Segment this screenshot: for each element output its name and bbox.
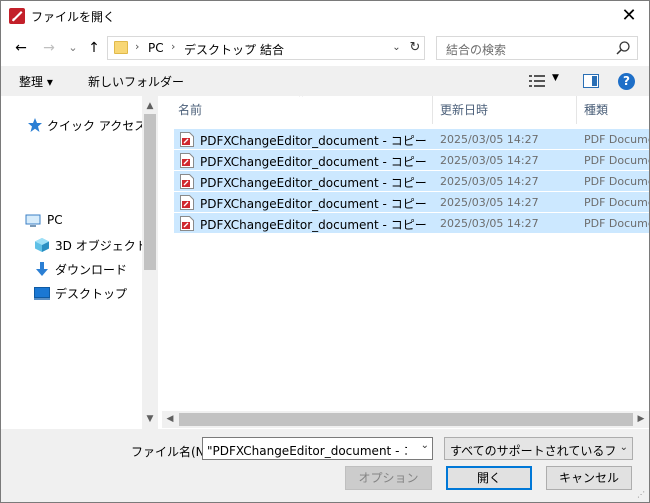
file-type: PDF Docume xyxy=(584,133,649,146)
pdf-file-icon xyxy=(180,132,194,147)
filename-value[interactable]: "PDFXChangeEditor_document - コピー ( xyxy=(207,442,407,459)
chevron-down-icon[interactable]: ⌄ xyxy=(421,440,429,451)
cube-icon xyxy=(35,238,49,252)
back-icon[interactable]: ← xyxy=(11,38,31,58)
download-icon xyxy=(36,262,48,276)
scroll-right-icon[interactable]: ▶ xyxy=(633,411,649,428)
scroll-left-icon[interactable]: ◀ xyxy=(162,411,178,428)
close-button[interactable]: ✕ xyxy=(615,3,643,29)
search-box[interactable]: 結合の検索 xyxy=(436,36,638,60)
preview-pane-icon[interactable] xyxy=(583,74,599,88)
title-bar: ファイルを開く ✕ xyxy=(1,1,649,32)
sidebar-item-label: ダウンロード xyxy=(55,263,128,277)
dialog-title: ファイルを開く xyxy=(31,10,116,24)
view-options-icon[interactable] xyxy=(529,75,545,87)
desktop-icon xyxy=(34,287,50,300)
breadcrumb-separator[interactable]: › xyxy=(171,40,175,53)
sidebar-item-quick-access[interactable]: クイック アクセス xyxy=(1,114,146,136)
app-icon xyxy=(9,8,25,24)
scrollbar-thumb[interactable] xyxy=(144,114,156,270)
sidebar-item-desktop[interactable]: デスクトップ xyxy=(1,282,141,304)
navigation-pane: クイック アクセス PC 3D オブジェクト ダウンロード デスクトップ ▲ ▼ xyxy=(1,96,158,429)
file-modified: 2025/03/05 14:27 xyxy=(440,217,539,230)
scroll-down-icon[interactable]: ▼ xyxy=(142,411,158,427)
address-bar[interactable]: › PC › デスクトップ › 結合 ⌄ ↻ xyxy=(107,36,425,60)
sidebar-item-label: クイック アクセス xyxy=(47,119,147,133)
file-modified: 2025/03/05 14:27 xyxy=(440,196,539,209)
navigation-bar: ← → ⌄ ↑ › PC › デスクトップ › 結合 ⌄ ↻ 結合の検索 xyxy=(1,32,649,66)
sidebar-item-3d-objects[interactable]: 3D オブジェクト xyxy=(1,234,148,256)
breadcrumb-separator[interactable]: › xyxy=(247,40,251,53)
refresh-icon[interactable]: ↻ xyxy=(406,38,424,58)
file-list-horizontal-scrollbar[interactable]: ◀ ▶ xyxy=(162,411,649,428)
folder-icon xyxy=(114,41,128,54)
file-name: PDFXChangeEditor_document - コピー (2).... xyxy=(200,134,426,148)
address-history-dropdown-icon[interactable]: ⌄ xyxy=(388,39,404,57)
column-header-type[interactable]: 種類 xyxy=(576,96,649,124)
file-row[interactable]: PDFXChangeEditor_document - コピー (4).... … xyxy=(174,171,649,192)
search-placeholder: 結合の検索 xyxy=(446,43,507,57)
file-type: PDF Docume xyxy=(584,196,649,209)
sidebar-item-label: PC xyxy=(47,213,63,227)
filename-combobox[interactable]: "PDFXChangeEditor_document - コピー ( ⌄ xyxy=(202,437,433,460)
file-row[interactable]: PDFXChangeEditor_document - コピー (5).... … xyxy=(174,192,649,213)
forward-icon[interactable]: → xyxy=(39,38,59,58)
file-type: PDF Docume xyxy=(584,217,649,230)
recent-locations-icon[interactable]: ⌄ xyxy=(63,38,83,58)
scroll-up-icon[interactable]: ▲ xyxy=(142,98,158,114)
new-folder-button[interactable]: 新しいフォルダー xyxy=(88,73,184,90)
filetype-select[interactable]: すべてのサポートされているファイル ( ⌄ xyxy=(444,437,633,460)
file-name: PDFXChangeEditor_document - コピー.pdf xyxy=(200,218,426,232)
open-button[interactable]: 開く xyxy=(446,466,532,490)
sidebar-item-downloads[interactable]: ダウンロード xyxy=(1,258,141,280)
file-name: PDFXChangeEditor_document - コピー (4).... xyxy=(200,176,426,190)
chevron-down-icon[interactable]: ⌄ xyxy=(620,442,628,453)
file-name: PDFXChangeEditor_document - コピー (3).... xyxy=(200,155,426,169)
organize-menu-button[interactable]: 整理 ▾ xyxy=(19,73,53,90)
breadcrumb-pc[interactable]: PC xyxy=(148,41,164,55)
file-modified: 2025/03/05 14:27 xyxy=(440,175,539,188)
pdf-file-icon xyxy=(180,216,194,231)
file-list: 名前 ⌃ 更新日時 種類 PDFXChangeEditor_document -… xyxy=(162,96,649,429)
sidebar-item-pc[interactable]: PC xyxy=(1,210,141,232)
breadcrumb-current-folder[interactable]: 結合 xyxy=(260,41,284,58)
sidebar-item-label: デスクトップ xyxy=(55,287,128,301)
cancel-button[interactable]: キャンセル xyxy=(546,466,632,490)
resize-grip-icon[interactable]: ⋰ xyxy=(637,490,647,500)
breadcrumb-desktop[interactable]: デスクトップ xyxy=(184,41,256,58)
column-header-modified[interactable]: 更新日時 xyxy=(432,96,576,124)
computer-icon xyxy=(25,214,41,227)
file-row[interactable]: PDFXChangeEditor_document - コピー (2).... … xyxy=(174,129,649,150)
file-row[interactable]: PDFXChangeEditor_document - コピー.pdf 2025… xyxy=(174,213,649,234)
file-modified: 2025/03/05 14:27 xyxy=(440,154,539,167)
file-modified: 2025/03/05 14:27 xyxy=(440,133,539,146)
pdf-file-icon xyxy=(180,195,194,210)
view-dropdown-icon[interactable]: ▼ xyxy=(552,73,559,83)
file-open-dialog: ファイルを開く ✕ ← → ⌄ ↑ › PC › デスクトップ › 結合 ⌄ ↻… xyxy=(0,0,650,503)
search-icon[interactable] xyxy=(615,40,631,56)
breadcrumb-separator: › xyxy=(135,40,140,53)
filetype-value: すべてのサポートされているファイル ( xyxy=(450,444,615,458)
file-row[interactable]: PDFXChangeEditor_document - コピー (3).... … xyxy=(174,150,649,171)
scrollbar-thumb[interactable] xyxy=(179,413,633,426)
pdf-file-icon xyxy=(180,153,194,168)
file-type: PDF Docume xyxy=(584,175,649,188)
command-toolbar: 整理 ▾ 新しいフォルダー ▼ ? xyxy=(1,66,649,96)
help-icon[interactable]: ? xyxy=(618,73,635,90)
file-type: PDF Docume xyxy=(584,154,649,167)
pdf-file-icon xyxy=(180,174,194,189)
sidebar-item-label: 3D オブジェクト xyxy=(55,239,148,253)
star-icon xyxy=(28,118,42,132)
options-button[interactable]: オプション xyxy=(345,466,432,490)
sort-ascending-icon: ⌃ xyxy=(297,96,306,104)
navigation-pane-scrollbar[interactable]: ▲ ▼ xyxy=(142,96,158,429)
file-name: PDFXChangeEditor_document - コピー (5).... xyxy=(200,197,426,211)
up-folder-icon[interactable]: ↑ xyxy=(84,38,104,58)
dialog-footer: ファイル名(N): "PDFXChangeEditor_document - コ… xyxy=(1,429,649,502)
